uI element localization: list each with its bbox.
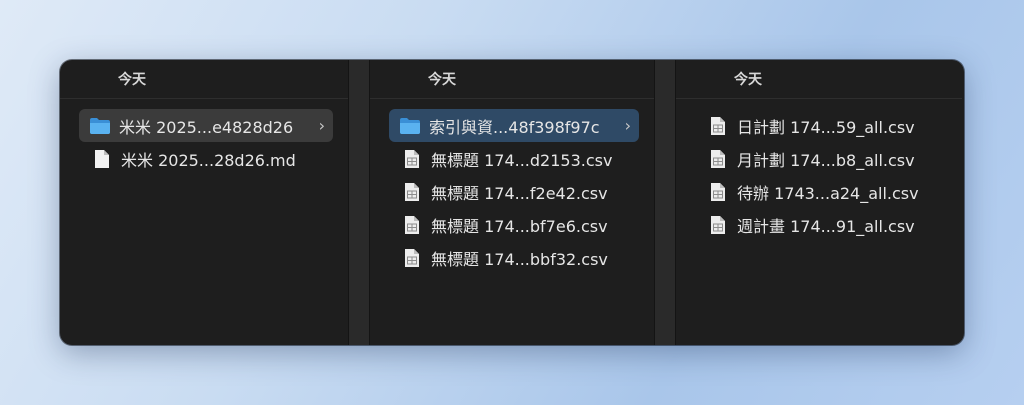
item-label: 週計畫 174...91_all.csv	[737, 216, 915, 236]
chevron-right-icon: ›	[318, 116, 325, 135]
item-label: 米米 2025...28d26.md	[121, 150, 296, 170]
folder-icon	[89, 115, 111, 137]
chevron-right-icon: ›	[624, 116, 631, 135]
csv-file-icon	[707, 148, 729, 170]
csv-file-icon	[401, 247, 423, 269]
csv-file-icon	[707, 214, 729, 236]
column-2[interactable]: 今天 索引與資...48f398f97c › 無標題 174...d2153.c…	[370, 60, 654, 345]
list-item-file[interactable]: 無標題 174...bbf32.csv	[389, 241, 639, 274]
column-divider[interactable]	[654, 60, 676, 345]
list-item-file[interactable]: 無標題 174...f2e42.csv	[389, 175, 639, 208]
list-item-file[interactable]: 月計劃 174...b8_all.csv	[695, 142, 947, 175]
list-item-file[interactable]: 週計畫 174...91_all.csv	[695, 208, 947, 241]
column-3[interactable]: 今天 日計劃 174...59_all.csv 月計劃 174...b8_all…	[676, 60, 962, 345]
csv-file-icon	[707, 181, 729, 203]
column-1[interactable]: 今天 米米 2025...e4828d26 › 米米 2025...28d26.…	[60, 60, 348, 345]
column-header: 今天	[60, 60, 348, 99]
item-label: 無標題 174...bbf32.csv	[431, 249, 608, 269]
item-label: 日計劃 174...59_all.csv	[737, 117, 915, 137]
document-icon	[91, 148, 113, 170]
item-label: 米米 2025...e4828d26	[119, 117, 294, 137]
column-header: 今天	[676, 60, 962, 99]
item-label: 待辦 1743...a24_all.csv	[737, 183, 919, 203]
csv-file-icon	[707, 115, 729, 137]
list-item-file[interactable]: 待辦 1743...a24_all.csv	[695, 175, 947, 208]
finder-window: 今天 米米 2025...e4828d26 › 米米 2025...28d26.…	[60, 60, 964, 345]
list-item-file[interactable]: 無標題 174...d2153.csv	[389, 142, 639, 175]
list-item-folder[interactable]: 索引與資...48f398f97c ›	[389, 109, 639, 142]
item-label: 月計劃 174...b8_all.csv	[737, 150, 915, 170]
item-label: 無標題 174...bf7e6.csv	[431, 216, 608, 236]
list-item-file[interactable]: 米米 2025...28d26.md	[79, 142, 333, 175]
csv-file-icon	[401, 148, 423, 170]
item-label: 索引與資...48f398f97c	[429, 117, 600, 137]
list-item-folder[interactable]: 米米 2025...e4828d26 ›	[79, 109, 333, 142]
list-item-file[interactable]: 日計劃 174...59_all.csv	[695, 109, 947, 142]
column-header: 今天	[370, 60, 654, 99]
list-item-file[interactable]: 無標題 174...bf7e6.csv	[389, 208, 639, 241]
folder-icon	[399, 115, 421, 137]
item-label: 無標題 174...d2153.csv	[431, 150, 613, 170]
csv-file-icon	[401, 214, 423, 236]
csv-file-icon	[401, 181, 423, 203]
column-divider[interactable]	[348, 60, 370, 345]
item-label: 無標題 174...f2e42.csv	[431, 183, 608, 203]
